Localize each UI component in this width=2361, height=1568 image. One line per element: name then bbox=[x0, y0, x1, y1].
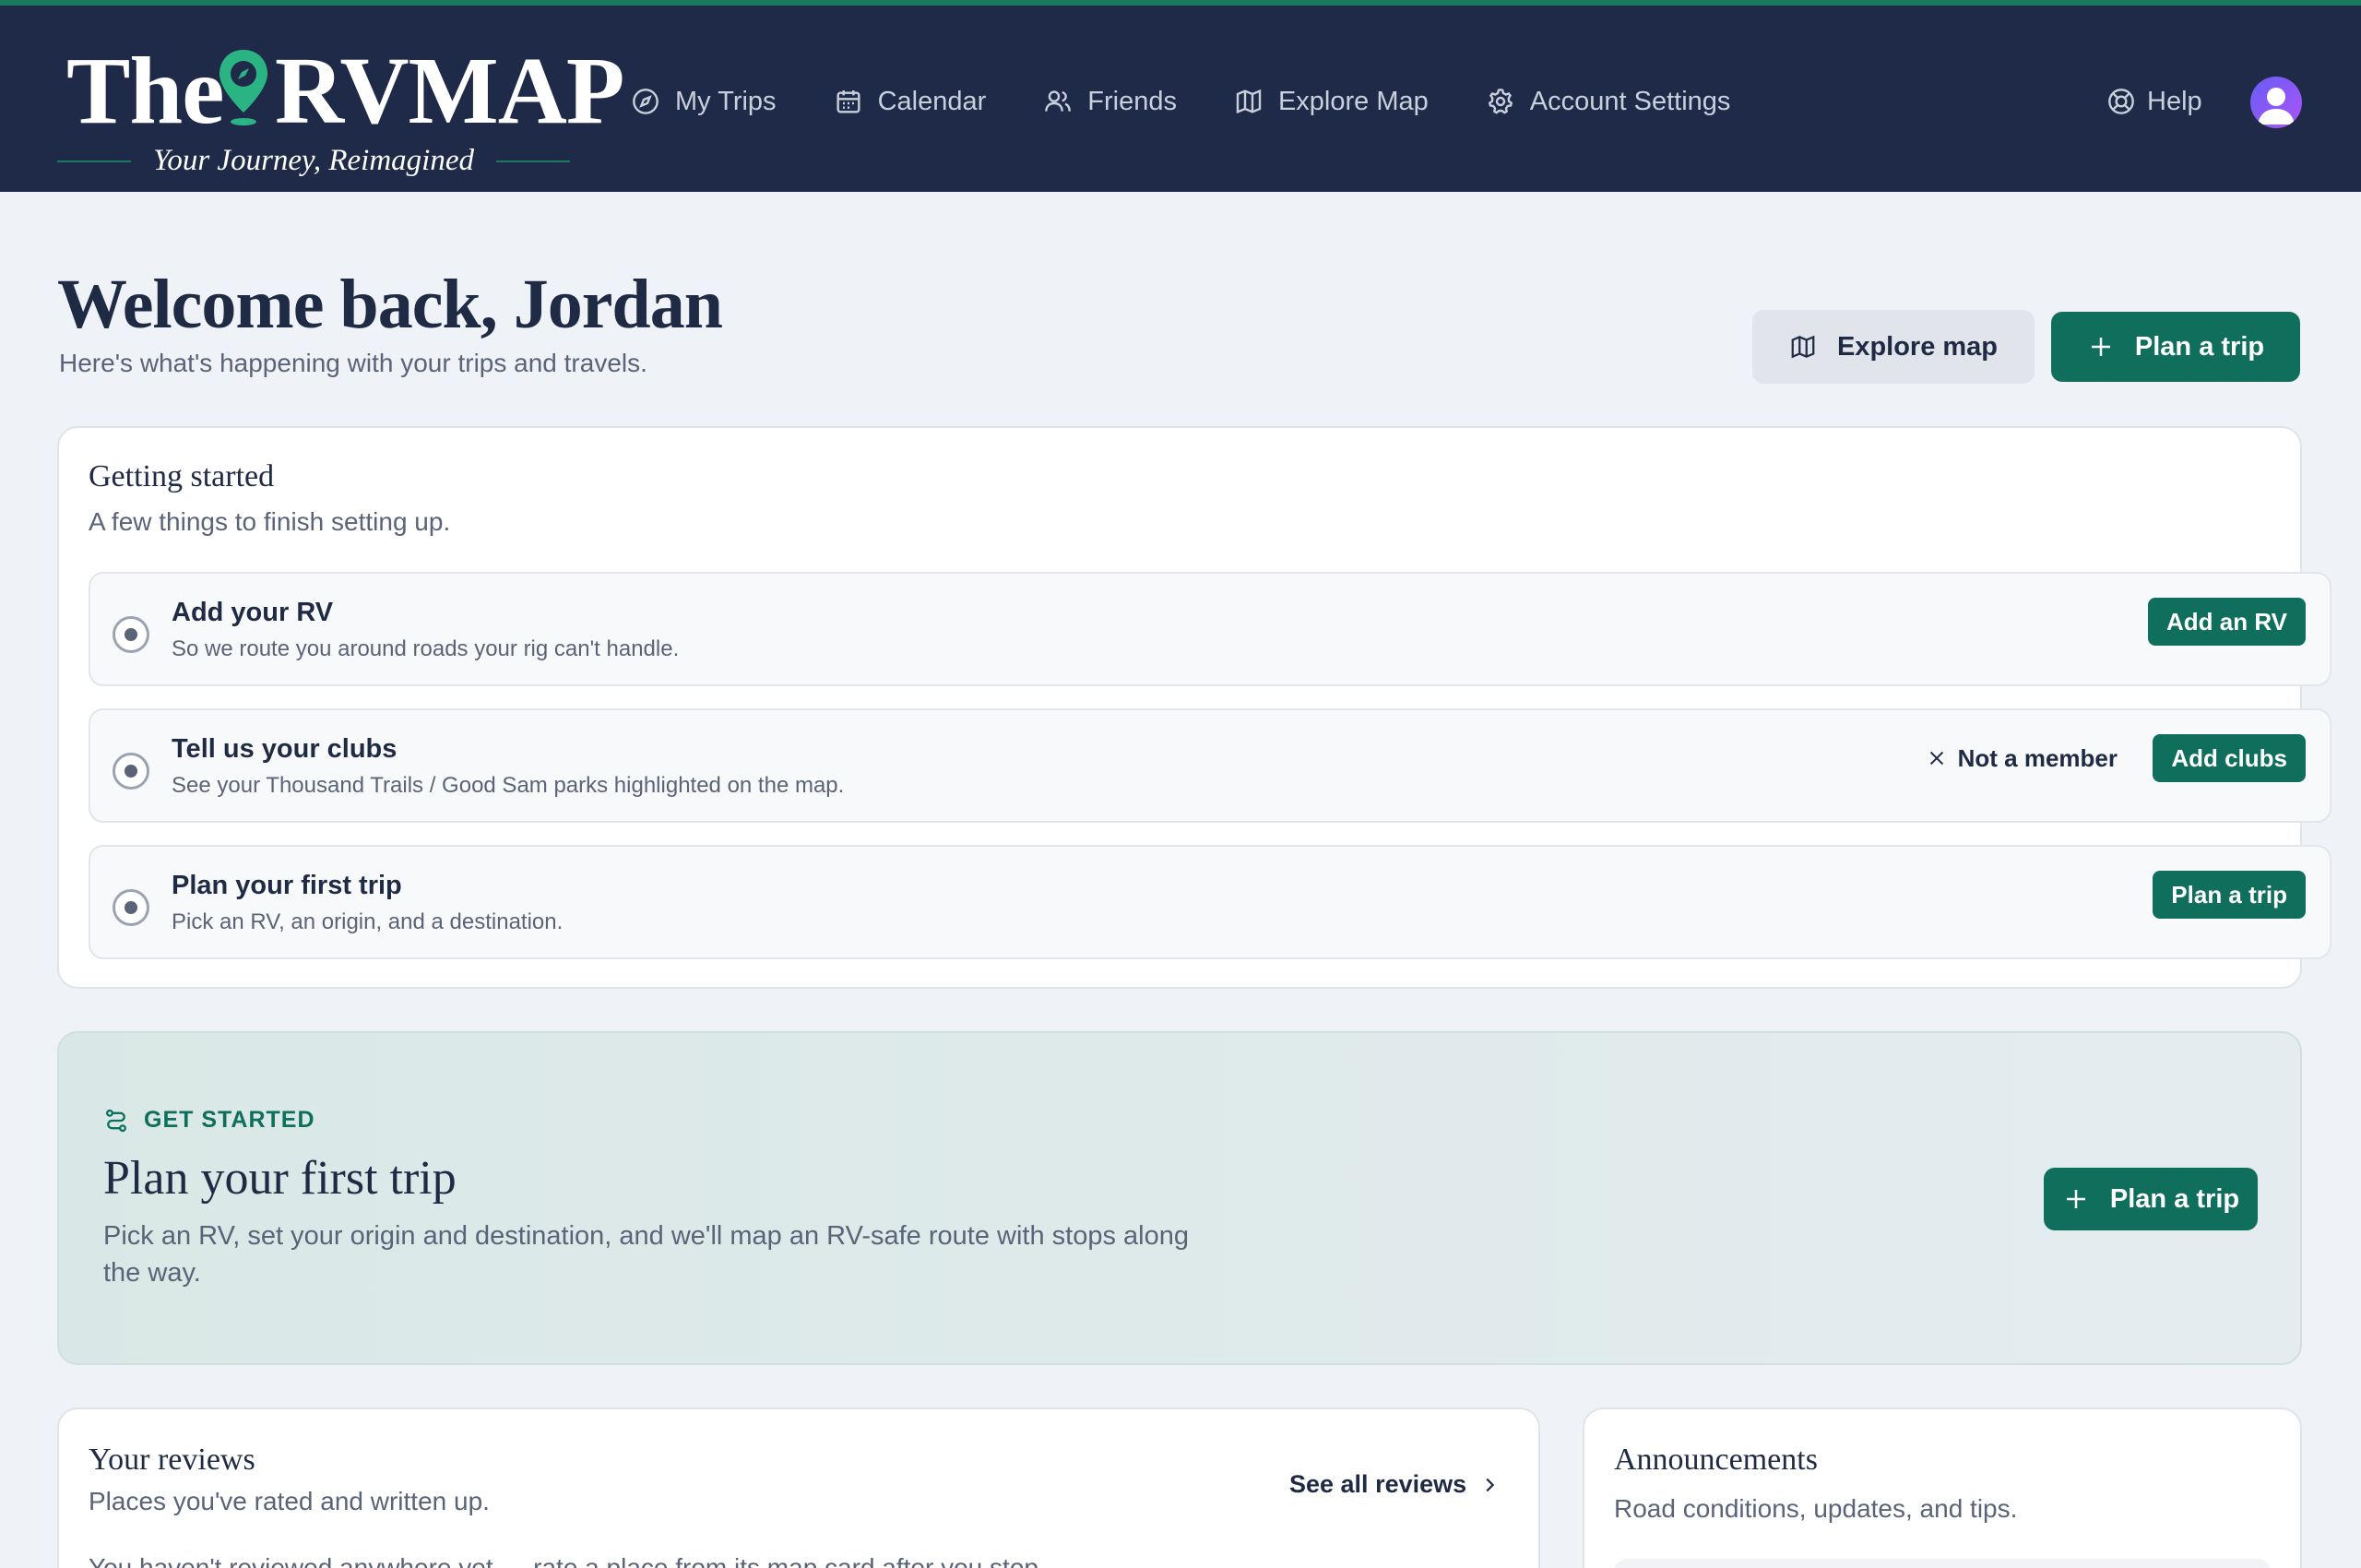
nav-item-label: Friends bbox=[1087, 86, 1177, 116]
promo-title: Plan your first trip bbox=[103, 1152, 457, 1205]
route-icon bbox=[106, 1109, 126, 1132]
see-all-reviews-link[interactable]: See all reviews bbox=[1289, 1470, 1500, 1499]
user-avatar-icon bbox=[2258, 88, 2295, 125]
nav-item-label: My Trips bbox=[675, 86, 777, 116]
logo-tagline: Your Journey, Reimagined bbox=[153, 144, 474, 177]
task-description: So we route you around roads your rig ca… bbox=[172, 636, 680, 661]
card-subtitle: Places you've rated and written up. bbox=[89, 1487, 490, 1515]
getting-started-card: Getting started A few things to finish s… bbox=[57, 426, 2331, 989]
page-subtitle: Here's what's happening with your trips … bbox=[59, 349, 647, 377]
promo-eyebrow: GET STARTED bbox=[103, 1107, 315, 1134]
promo-body: Pick an RV, set your origin and destinat… bbox=[103, 1221, 1189, 1288]
nav-item-label: Calendar bbox=[877, 86, 987, 116]
task-description: Pick an RV, an origin, and a destination… bbox=[172, 909, 564, 934]
promo-plan-trip-label: Plan a trip bbox=[2109, 1183, 2240, 1214]
help-label: Help bbox=[2147, 86, 2202, 116]
task-add-rv: Add your RV So we route you around roads… bbox=[89, 572, 2331, 686]
top-nav: The RVMAP Your Journey, Reimagined My Tr… bbox=[0, 0, 2361, 192]
nav-item-calendar[interactable]: Calendar bbox=[834, 74, 987, 129]
task-first-trip: Plan your first trip Pick an RV, an orig… bbox=[89, 845, 2331, 959]
add-rv-button[interactable]: Add an RV bbox=[2148, 598, 2306, 646]
nav-item-account-settings[interactable]: Account Settings bbox=[1486, 74, 1731, 129]
map-icon bbox=[1236, 89, 1262, 114]
plus-icon bbox=[2091, 338, 2110, 356]
task-status-radio[interactable] bbox=[113, 616, 149, 653]
announcement-item[interactable] bbox=[1614, 1559, 2271, 1568]
logo-word-rvmap: RVMAP bbox=[275, 38, 624, 144]
not-a-member-label: Not a member bbox=[1957, 743, 2118, 772]
add-clubs-button[interactable]: Add clubs bbox=[2153, 734, 2306, 782]
see-all-label: See all reviews bbox=[1289, 1470, 1467, 1498]
card-title: Getting started bbox=[89, 459, 275, 493]
gear-icon bbox=[1488, 89, 1513, 114]
logo-word-the: The bbox=[66, 38, 224, 144]
main-nav: My Trips Calendar Friends Explore Map Ac… bbox=[631, 74, 1787, 129]
explore-map-label: Explore map bbox=[1836, 331, 1999, 362]
task-title: Add your RV bbox=[172, 598, 334, 627]
plan-trip-button[interactable]: Plan a trip bbox=[2051, 312, 2300, 382]
plan-trip-task-button[interactable]: Plan a trip bbox=[2153, 871, 2306, 919]
help-link[interactable]: Help bbox=[2106, 74, 2202, 129]
compass-icon bbox=[633, 89, 658, 114]
nav-item-label: Explore Map bbox=[1277, 86, 1429, 116]
explore-map-button[interactable]: Explore map bbox=[1752, 310, 2035, 384]
users-icon bbox=[1045, 90, 1072, 112]
reviews-card: Your reviews Places you've rated and wri… bbox=[57, 1408, 1540, 1568]
not-a-member-button[interactable]: Not a member bbox=[1927, 734, 2118, 782]
task-clubs: Tell us your clubs See your Thousand Tra… bbox=[89, 708, 2331, 823]
card-title: Announcements bbox=[1614, 1443, 1818, 1477]
tagline-rule bbox=[57, 160, 131, 162]
announcements-card: Announcements Road conditions, updates, … bbox=[1583, 1408, 2302, 1568]
close-icon bbox=[1929, 751, 1943, 766]
task-description: See your Thousand Trails / Good Sam park… bbox=[172, 773, 845, 798]
map-icon bbox=[1791, 335, 1815, 359]
chevron-right-icon bbox=[1486, 1478, 1495, 1491]
task-status-radio[interactable] bbox=[113, 889, 149, 926]
plus-icon bbox=[2066, 1190, 2085, 1208]
promo-plan-trip-button[interactable]: Plan a trip bbox=[2044, 1168, 2258, 1230]
task-title: Tell us your clubs bbox=[172, 734, 397, 764]
task-status-radio[interactable] bbox=[113, 753, 149, 790]
lifebuoy-icon bbox=[2108, 89, 2134, 114]
page-title: Welcome back, Jordan bbox=[57, 266, 723, 343]
nav-item-explore-map[interactable]: Explore Map bbox=[1234, 74, 1429, 129]
card-subtitle: A few things to finish setting up. bbox=[89, 507, 451, 536]
task-title: Plan your first trip bbox=[172, 871, 402, 900]
promo-eyebrow-label: GET STARTED bbox=[144, 1107, 315, 1133]
tagline-rule bbox=[496, 160, 570, 162]
card-title: Your reviews bbox=[89, 1443, 255, 1477]
plan-trip-label: Plan a trip bbox=[2134, 331, 2265, 362]
nav-item-my-trips[interactable]: My Trips bbox=[631, 74, 777, 129]
nav-item-label: Account Settings bbox=[1529, 86, 1731, 116]
reviews-empty-state: You haven't reviewed anywhere yet — rate… bbox=[89, 1553, 1046, 1568]
map-pin-icon bbox=[219, 50, 267, 125]
logo[interactable]: The RVMAP Your Journey, Reimagined bbox=[57, 38, 624, 181]
avatar[interactable] bbox=[2250, 77, 2302, 128]
calendar-icon bbox=[836, 90, 860, 113]
plan-first-trip-banner: GET STARTED Plan your first trip Pick an… bbox=[57, 1031, 2302, 1365]
nav-item-friends[interactable]: Friends bbox=[1043, 74, 1177, 129]
card-subtitle: Road conditions, updates, and tips. bbox=[1614, 1494, 2018, 1523]
logo-tagline-row: Your Journey, Reimagined bbox=[57, 140, 570, 181]
